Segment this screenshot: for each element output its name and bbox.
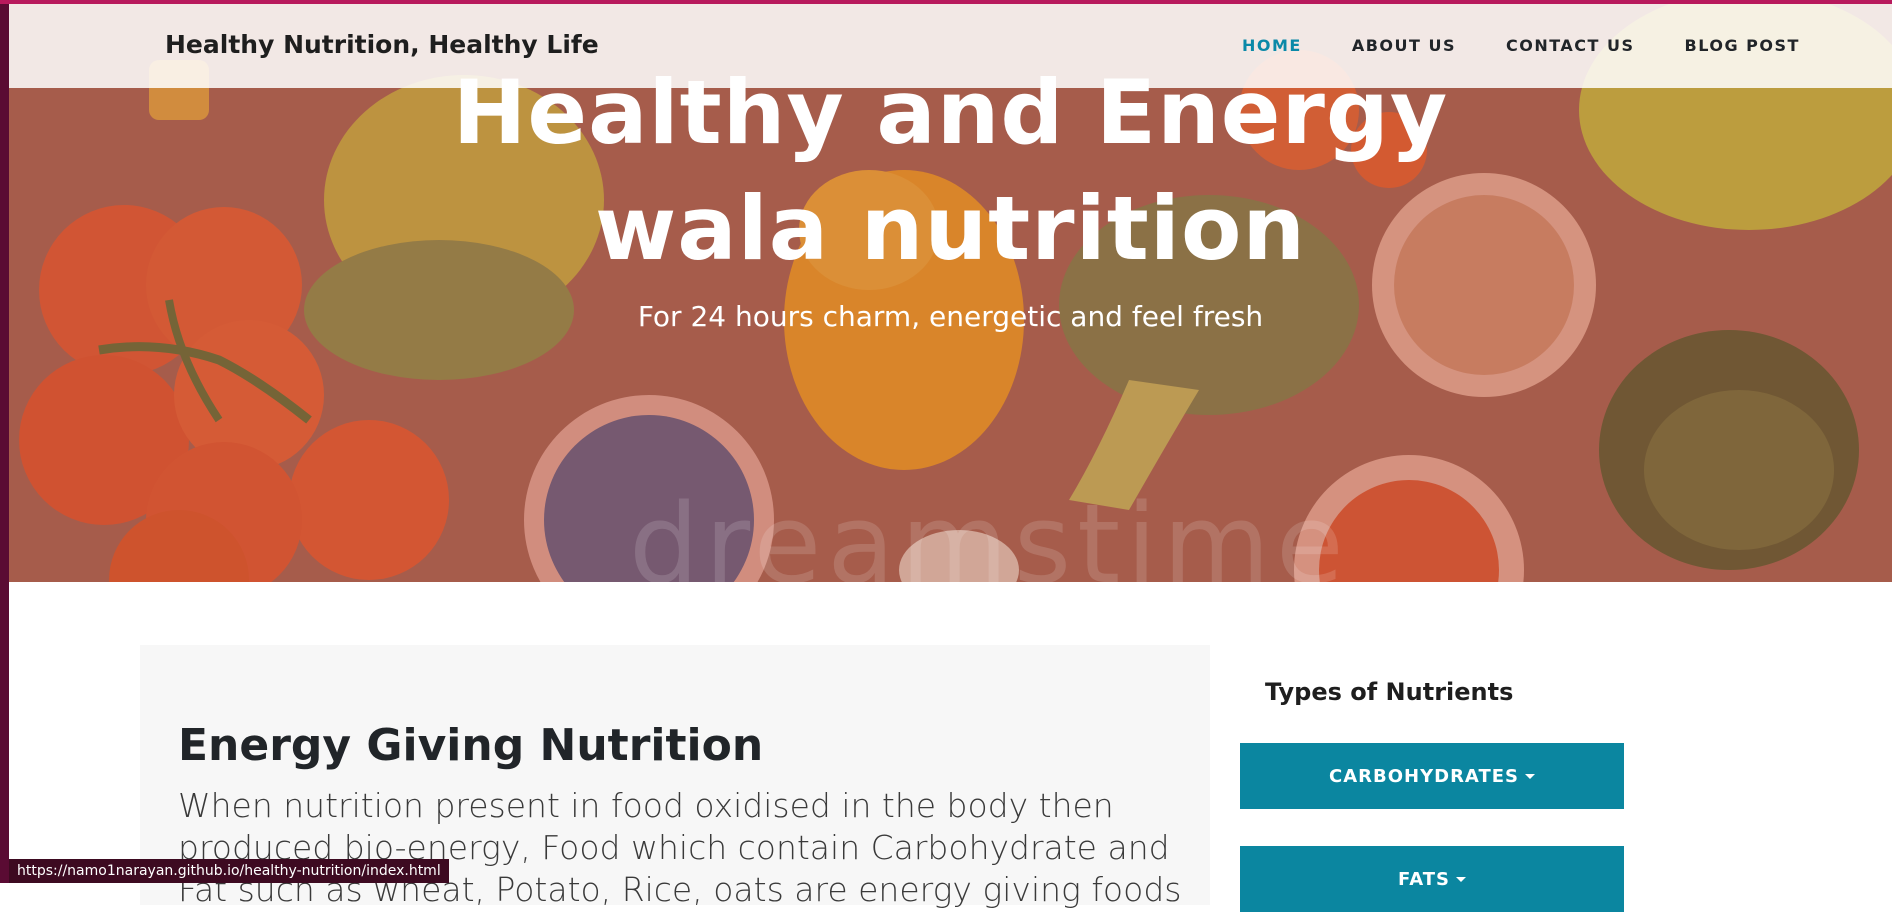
nav-about-link[interactable]: ABOUT US bbox=[1352, 36, 1456, 55]
hero-title-line-2: wala nutrition bbox=[594, 177, 1307, 280]
window-top-edge bbox=[0, 0, 1892, 4]
nav-links: HOME ABOUT US CONTACT US BLOG POST bbox=[1242, 36, 1850, 55]
nav-contact-link[interactable]: CONTACT US bbox=[1506, 36, 1635, 55]
brand-link[interactable]: Healthy Nutrition, Healthy Life bbox=[165, 30, 599, 59]
carbohydrates-dropdown-button[interactable]: CARBOHYDRATES bbox=[1240, 743, 1624, 809]
hero-title: Healthy and Energy wala nutrition bbox=[9, 55, 1892, 287]
fats-dropdown-button[interactable]: FATS bbox=[1240, 846, 1624, 912]
sidebar-title: Types of Nutrients bbox=[1265, 678, 1514, 706]
window-left-edge bbox=[0, 0, 9, 883]
content-paragraph: When nutrition present in food oxidised … bbox=[178, 786, 1182, 909]
watermark-text: dreamstime bbox=[629, 480, 1350, 582]
fats-button-label: FATS bbox=[1397, 868, 1450, 890]
status-bar-url: https://namo1narayan.github.io/healthy-n… bbox=[9, 859, 449, 883]
carbohydrates-button-label: CARBOHYDRATES bbox=[1329, 765, 1519, 787]
top-navbar: Healthy Nutrition, Healthy Life HOME ABO… bbox=[9, 4, 1892, 88]
nav-home-link[interactable]: HOME bbox=[1242, 36, 1302, 55]
chevron-down-icon bbox=[1525, 773, 1535, 779]
nav-blog-link[interactable]: BLOG POST bbox=[1685, 36, 1800, 55]
chevron-down-icon bbox=[1456, 876, 1466, 882]
content-heading: Energy Giving Nutrition bbox=[178, 720, 764, 771]
hero-subtitle: For 24 hours charm, energetic and feel f… bbox=[637, 300, 1264, 333]
